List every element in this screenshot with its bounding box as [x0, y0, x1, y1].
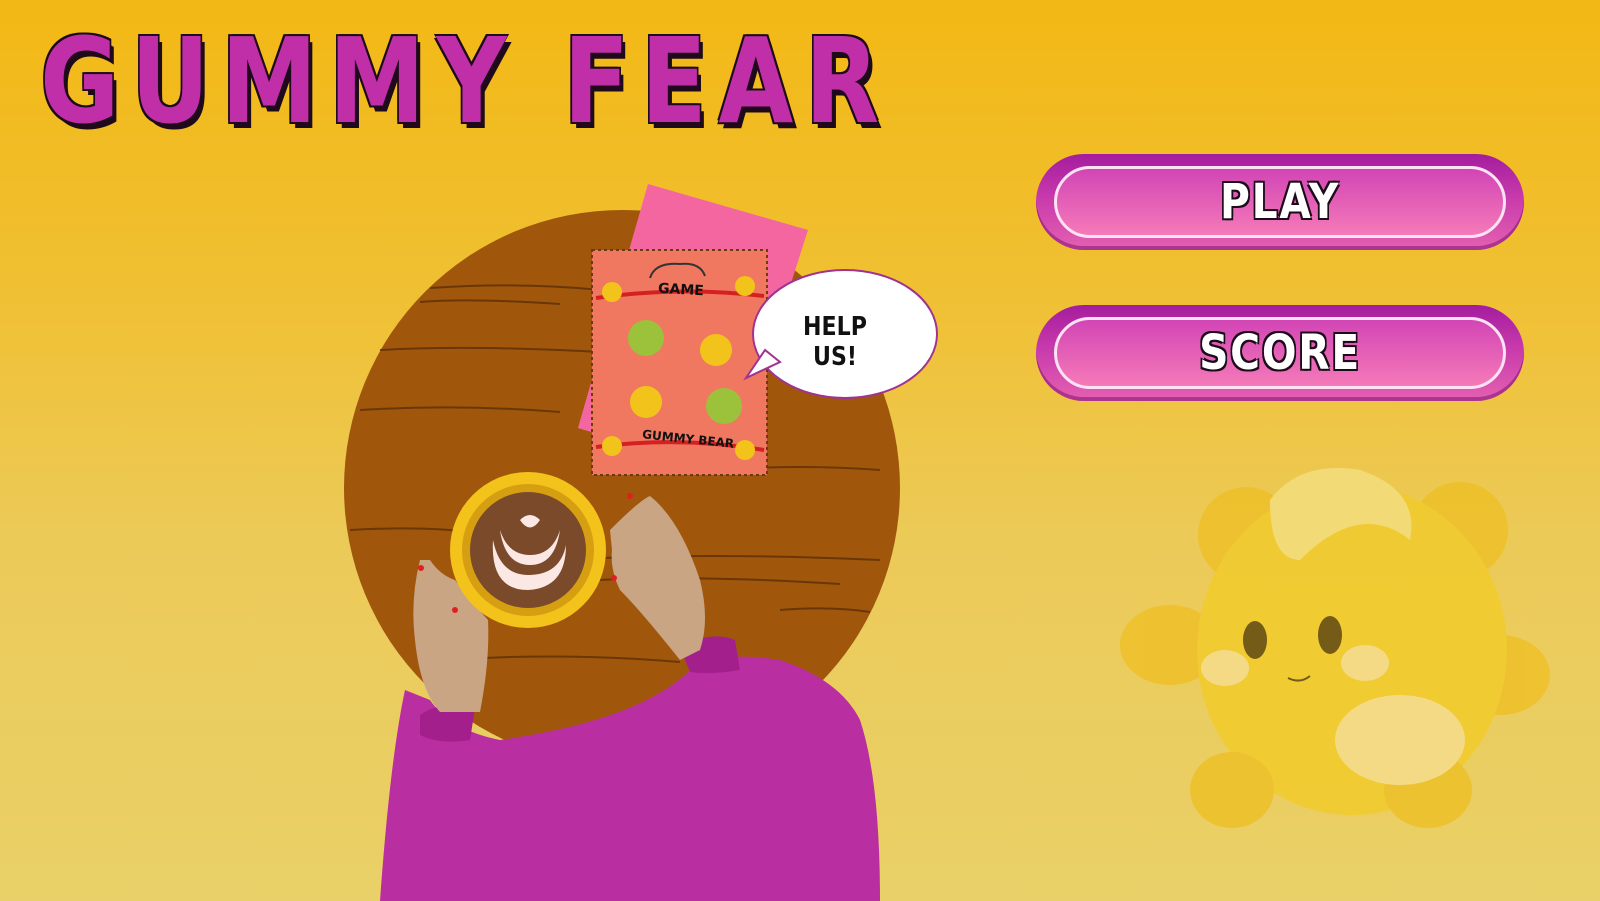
coffee-cup[interactable]	[450, 472, 606, 628]
score-button-label: SCORE	[1199, 325, 1361, 381]
pack-top-label: GAME	[657, 280, 705, 300]
play-button[interactable]: PLAY	[1036, 154, 1524, 250]
speech-bubble-text: HELP US!	[803, 312, 867, 372]
score-button[interactable]: SCORE	[1036, 305, 1524, 401]
gummy-bear-mascot	[1120, 468, 1550, 828]
game-title: GUMMY FEAR	[40, 12, 891, 150]
play-button-label: PLAY	[1220, 174, 1340, 230]
